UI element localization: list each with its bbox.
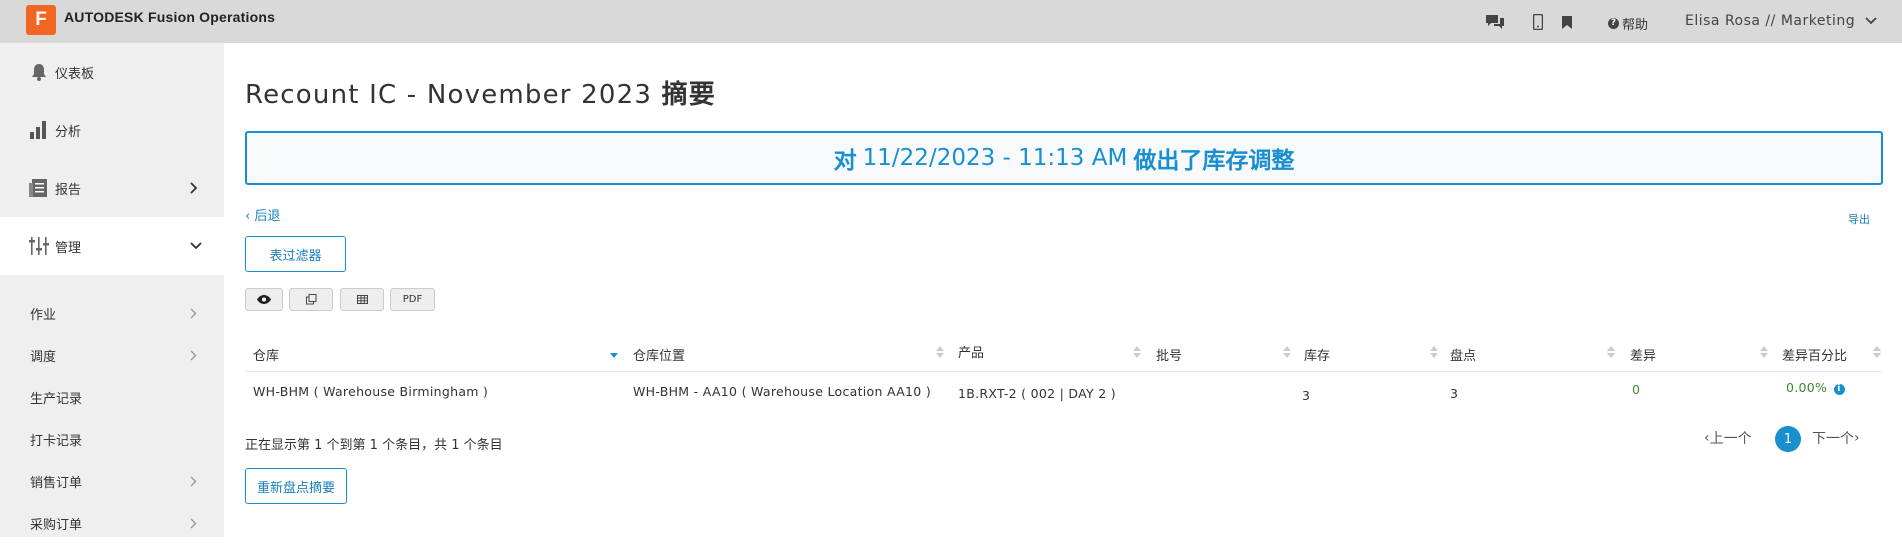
cell-count: 3	[1450, 386, 1459, 401]
bar-chart-icon	[30, 121, 46, 139]
chevron-down-icon	[190, 242, 202, 250]
mobile-icon[interactable]	[1527, 11, 1549, 33]
sidebar-subitem-label: 作业	[30, 307, 57, 323]
sidebar-subitem-label: 打卡记录	[30, 433, 83, 449]
chevron-right-icon: ›	[1854, 430, 1860, 446]
sidebar-item-label: 分析	[55, 124, 82, 140]
sidebar-subitem-timeclock[interactable]: 打卡记录	[0, 419, 224, 459]
recount-summary-button[interactable]: 重新盘点摘要	[245, 468, 347, 504]
back-link[interactable]: ‹ 后退	[245, 205, 280, 224]
sidebar-subitem-schedule[interactable]: 调度	[0, 335, 224, 375]
chevron-right-icon	[190, 350, 197, 360]
copy-button[interactable]	[289, 288, 333, 311]
sidebar-item-label: 管理	[55, 240, 82, 256]
sidebar-item-reports[interactable]: 报告	[0, 159, 224, 217]
info-icon[interactable]: i	[1833, 384, 1845, 395]
column-header-product[interactable]: 产品	[958, 342, 984, 361]
sidebar: 仪表板 分析 报告 管理 作业 调度 生产记录 打卡记录 销售订单 采购订单	[0, 43, 224, 537]
page-number-current[interactable]: 1	[1775, 426, 1801, 452]
sliders-icon	[29, 237, 49, 255]
pdf-button[interactable]: PDF	[390, 288, 435, 311]
chat-icon[interactable]	[1484, 11, 1506, 33]
cell-stock: 3	[1302, 388, 1311, 403]
column-header-diff-pct[interactable]: 差异百分比	[1782, 345, 1847, 364]
user-label: Elisa Rosa // Marketing	[1685, 13, 1856, 29]
sidebar-item-label: 报告	[55, 182, 82, 198]
banner-prefix: 对	[833, 148, 857, 174]
copy-icon	[305, 294, 316, 305]
sidebar-subitem-sales[interactable]: 销售订单	[0, 461, 224, 501]
chevron-left-icon: ‹	[245, 209, 251, 224]
sidebar-item-analytics[interactable]: 分析	[0, 101, 224, 159]
prev-page-button[interactable]: ‹ 上一个	[1704, 428, 1752, 448]
back-label: 后退	[254, 209, 281, 224]
bell-icon	[32, 64, 46, 81]
report-icon	[29, 179, 47, 197]
sidebar-subitem-jobs[interactable]: 作业	[0, 293, 224, 333]
table-info: 正在显示第 1 个到第 1 个条目，共 1 个条目	[245, 438, 503, 453]
sort-icon[interactable]	[1607, 344, 1615, 360]
chevron-right-icon	[190, 476, 197, 486]
excel-button[interactable]	[340, 288, 384, 311]
sidebar-subitem-label: 调度	[30, 349, 57, 365]
banner-date: 11/22/2023 - 11:13 AM	[862, 145, 1128, 171]
sidebar-item-manage[interactable]: 管理	[0, 217, 224, 275]
eye-icon	[257, 295, 271, 304]
help-link[interactable]: ? 帮助	[1608, 14, 1648, 33]
question-icon: ?	[1608, 18, 1619, 29]
sort-icon[interactable]	[1133, 344, 1141, 360]
column-header-lot[interactable]: 批号	[1156, 345, 1182, 364]
table-icon	[356, 295, 368, 304]
sidebar-subitem-production[interactable]: 生产记录	[0, 377, 224, 417]
column-header-count[interactable]: 盘点	[1450, 345, 1476, 364]
page-title-suffix: 摘要	[661, 80, 717, 110]
bookmark-icon[interactable]	[1556, 11, 1578, 33]
cell-diff-pct-value: 0.00%	[1786, 380, 1828, 395]
sort-icon[interactable]	[1430, 344, 1438, 360]
cell-diff: 0	[1632, 382, 1641, 397]
chevron-down-icon	[1865, 17, 1877, 25]
column-header-location[interactable]: 仓库位置	[633, 345, 685, 364]
sidebar-subitem-label: 销售订单	[30, 475, 83, 491]
sort-icon[interactable]	[1283, 344, 1291, 360]
sidebar-subitem-label: 生产记录	[30, 391, 83, 407]
page-title-text: Recount IC - November 2023	[245, 80, 653, 110]
next-label: 下一个	[1812, 431, 1854, 447]
banner-suffix: 做出了库存调整	[1133, 148, 1295, 174]
fusion-logo[interactable]: F	[26, 5, 56, 35]
sidebar-subitem-purchase[interactable]: 采购订单	[0, 503, 224, 543]
sort-desc-icon[interactable]	[610, 344, 618, 360]
sidebar-item-dashboard[interactable]: 仪表板	[0, 43, 224, 101]
adjustment-banner: 对 11/22/2023 - 11:13 AM 做出了库存调整	[245, 131, 1883, 185]
header-divider	[245, 371, 1881, 372]
column-header-stock[interactable]: 库存	[1304, 345, 1330, 364]
cell-location: WH-BHM - AA10 ( Warehouse Location AA10 …	[633, 384, 932, 399]
chevron-right-icon	[190, 308, 197, 318]
page-title: Recount IC - November 2023 摘要	[245, 74, 716, 111]
export-link[interactable]: 导出	[1848, 211, 1870, 227]
table-filter-button[interactable]: 表过滤器	[245, 236, 346, 272]
column-header-warehouse[interactable]: 仓库	[253, 345, 279, 364]
chevron-right-icon	[190, 182, 198, 194]
column-header-diff[interactable]: 差异	[1630, 345, 1656, 364]
cell-diff-pct: 0.00% i	[1786, 380, 1845, 395]
cell-product: 1B.RXT-2 ( 002 | DAY 2 )	[958, 386, 1116, 401]
top-bar: F AUTODESK Fusion Operations ? 帮助 Elisa …	[0, 0, 1902, 43]
sort-icon[interactable]	[1873, 344, 1881, 360]
sort-icon[interactable]	[936, 344, 944, 360]
next-page-button[interactable]: 下一个 ›	[1812, 428, 1860, 448]
chevron-right-icon	[190, 518, 197, 528]
sort-icon[interactable]	[1760, 344, 1768, 360]
brand-name: AUTODESK Fusion Operations	[64, 9, 276, 25]
help-label: 帮助	[1622, 18, 1649, 33]
cell-warehouse: WH-BHM ( Warehouse Birmingham )	[253, 384, 489, 399]
user-menu[interactable]: Elisa Rosa // Marketing	[1685, 13, 1877, 29]
eye-toggle-button[interactable]	[245, 288, 283, 311]
sidebar-item-label: 仪表板	[55, 66, 95, 82]
prev-label: 上一个	[1709, 431, 1752, 447]
sidebar-subitem-label: 采购订单	[30, 517, 83, 533]
